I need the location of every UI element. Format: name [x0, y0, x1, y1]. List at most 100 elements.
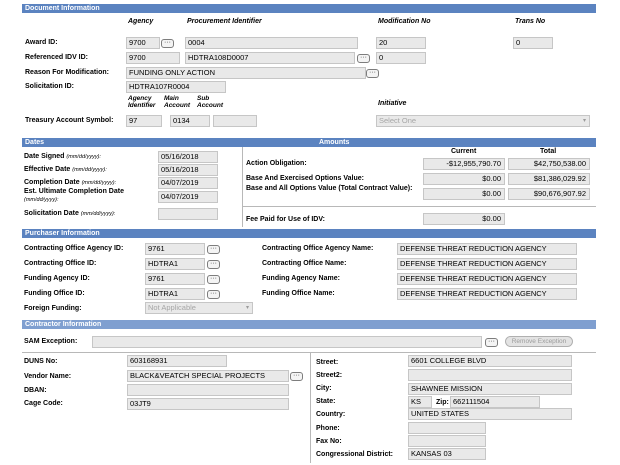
action-obligation-current: -$12,955,790.70	[423, 158, 505, 170]
reason-for-modification-field[interactable]: FUNDING ONLY ACTION	[126, 67, 366, 79]
funding-agency-id-lookup-icon[interactable]: ···	[207, 275, 220, 284]
col-header-modification-no: Modification No	[378, 18, 431, 25]
country-field: UNITED STATES	[408, 408, 572, 420]
base-all-options-current: $0.00	[423, 188, 505, 200]
co-agency-id-lookup-icon[interactable]: ···	[207, 245, 220, 254]
col-header-total: Total	[540, 148, 557, 155]
est-completion-date-label: Est. Ultimate Completion Date (mm/dd/yyyy…	[24, 188, 124, 203]
tas-main-field[interactable]: 0134	[170, 115, 210, 127]
completion-date-field[interactable]: 04/07/2019	[158, 177, 218, 189]
foreign-funding-label: Foreign Funding:	[24, 305, 82, 312]
state-field: KS	[408, 396, 432, 408]
treasury-account-symbol-label: Treasury Account Symbol:	[25, 117, 114, 124]
solicitation-date-label: Solicitation Date (mm/dd/yyyy):	[24, 210, 116, 217]
effective-date-label: Effective Date (mm/dd/yyyy):	[24, 166, 107, 173]
tas-sub-field[interactable]	[213, 115, 257, 127]
dates-title: Dates	[25, 139, 45, 146]
fax-field	[408, 435, 486, 447]
action-obligation-total: $42,750,538.00	[508, 158, 590, 170]
section-header-contractor-information: Contractor Information	[22, 320, 596, 329]
state-label: State:	[316, 398, 336, 405]
reason-lookup-icon[interactable]: ···	[366, 69, 379, 78]
vendor-name-field[interactable]: BLACK&VEATCH SPECIAL PROJECTS	[127, 370, 289, 382]
section-header-dates: Dates Amounts	[22, 138, 596, 147]
tas-col-main-account: Main Account	[164, 95, 190, 109]
contractor-divider	[22, 352, 596, 353]
dates-amounts-divider	[242, 147, 243, 227]
base-exercised-label: Base And Exercised Options Value:	[246, 175, 365, 182]
award-agency-lookup-icon[interactable]: ···	[161, 39, 174, 48]
funding-office-id-field[interactable]: HDTRA1	[145, 288, 205, 300]
co-id-lookup-icon[interactable]: ···	[207, 260, 220, 269]
sam-exception-field[interactable]	[92, 336, 482, 348]
city-field: SHAWNEE MISSION	[408, 383, 572, 395]
fax-label: Fax No:	[316, 438, 342, 445]
remove-exception-button[interactable]: Remove Exception	[505, 336, 573, 347]
ref-procurement-lookup-icon[interactable]: ···	[357, 54, 370, 63]
ref-procurement-field[interactable]: HDTRA108D0007	[185, 52, 355, 64]
contracting-office-id-field[interactable]: HDTRA1	[145, 258, 205, 270]
dban-label: DBAN:	[24, 387, 47, 394]
award-agency-field[interactable]: 9700	[126, 37, 160, 49]
initiative-select[interactable]: Select One ▾	[376, 115, 590, 127]
date-signed-field[interactable]: 05/16/2018	[158, 151, 218, 163]
duns-field[interactable]: 603168931	[127, 355, 227, 367]
vendor-lookup-icon[interactable]: ···	[290, 372, 303, 381]
referenced-idv-label: Referenced IDV ID:	[25, 54, 89, 61]
funding-office-name-label: Funding Office Name:	[262, 290, 335, 297]
phone-field	[408, 422, 486, 434]
cage-code-field[interactable]: 03JT9	[127, 398, 289, 410]
solicitation-date-field[interactable]	[158, 208, 218, 220]
base-exercised-total: $81,386,029.92	[508, 173, 590, 185]
sam-exception-lookup-icon[interactable]: ···	[485, 338, 498, 347]
foreign-funding-select[interactable]: Not Applicable ▾	[145, 302, 253, 314]
contracting-office-name-field: DEFENSE THREAT REDUCTION AGENCY	[397, 258, 577, 270]
award-procurement-field[interactable]: 0004	[185, 37, 358, 49]
effective-date-field[interactable]: 05/16/2018	[158, 164, 218, 176]
congressional-district-label: Congressional District:	[316, 451, 394, 458]
street2-field	[408, 369, 572, 381]
dban-field[interactable]	[127, 384, 289, 396]
base-all-options-total: $90,676,907.92	[508, 188, 590, 200]
date-signed-label: Date Signed (mm/dd/yyyy):	[24, 153, 101, 160]
action-obligation-label: Action Obligation:	[246, 160, 307, 167]
solicitation-id-field[interactable]: HDTRA107R0004	[126, 81, 226, 93]
contracting-office-agency-id-field[interactable]: 9761	[145, 243, 205, 255]
funding-office-name-field: DEFENSE THREAT REDUCTION AGENCY	[397, 288, 577, 300]
ref-agency-field[interactable]: 9700	[126, 52, 180, 64]
funding-agency-name-field: DEFENSE THREAT REDUCTION AGENCY	[397, 273, 577, 285]
vendor-name-label: Vendor Name:	[24, 373, 72, 380]
country-label: Country:	[316, 411, 346, 418]
contracting-office-agency-name-field: DEFENSE THREAT REDUCTION AGENCY	[397, 243, 577, 255]
col-header-trans-no: Trans No	[515, 18, 546, 25]
street-field: 6601 COLLEGE BLVD	[408, 355, 572, 367]
col-header-agency: Agency	[128, 18, 154, 25]
reason-for-modification-label: Reason For Modification:	[25, 69, 109, 76]
contracting-office-agency-id-label: Contracting Office Agency ID:	[24, 245, 124, 252]
tas-col-sub-account: Sub Account	[197, 95, 223, 109]
street2-label: Street2:	[316, 372, 343, 379]
tas-col-agency-identifier: Agency Identifier	[128, 95, 156, 109]
ref-modification-field[interactable]: 0	[376, 52, 426, 64]
funding-agency-id-field[interactable]: 9761	[145, 273, 205, 285]
contractor-column-divider	[310, 353, 311, 463]
solicitation-id-label: Solicitation ID:	[25, 83, 74, 90]
est-completion-date-field[interactable]: 04/07/2019	[158, 191, 218, 203]
zip-field: 662111504	[450, 396, 540, 408]
initiative-select-value: Select One	[379, 116, 417, 125]
zip-label: Zip:	[436, 399, 449, 406]
fee-paid-field: $0.00	[423, 213, 505, 225]
contracting-office-id-label: Contracting Office ID:	[24, 260, 97, 267]
tas-agency-field[interactable]: 97	[126, 115, 162, 127]
award-id-label: Award ID:	[25, 39, 58, 46]
funding-office-id-lookup-icon[interactable]: ···	[207, 290, 220, 299]
initiative-label: Initiative	[378, 100, 407, 107]
amounts-title: Amounts	[319, 139, 350, 146]
section-header-document-information: Document Information	[22, 4, 596, 13]
col-header-procurement-identifier: Procurement Identifier	[187, 18, 262, 25]
award-trans-field[interactable]: 0	[513, 37, 553, 49]
congressional-district-field: KANSAS 03	[408, 448, 486, 460]
contract-form: Document Information Agency Procurement …	[0, 0, 620, 465]
award-modification-field[interactable]: 20	[376, 37, 426, 49]
street-label: Street:	[316, 359, 339, 366]
